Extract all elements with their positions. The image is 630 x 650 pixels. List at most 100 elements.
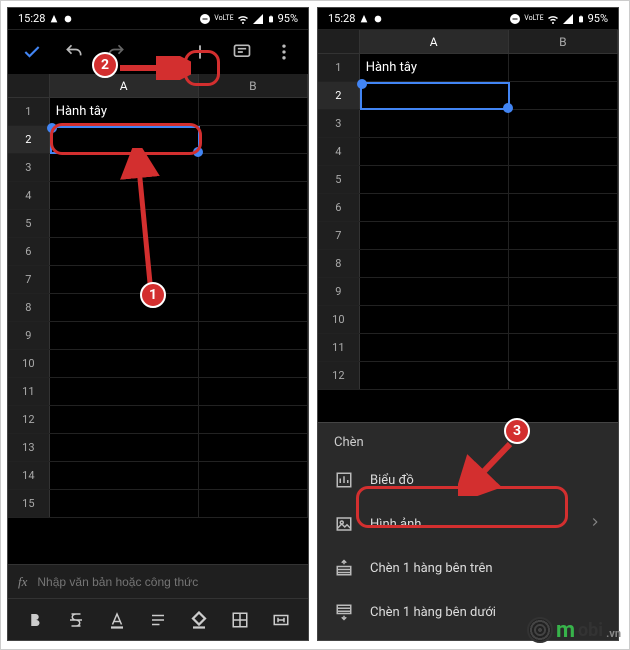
cell[interactable]	[509, 138, 618, 165]
cell[interactable]	[199, 294, 308, 321]
cell[interactable]	[509, 222, 618, 249]
row-number[interactable]: 7	[318, 222, 360, 249]
row-number[interactable]: 12	[8, 406, 50, 433]
cell[interactable]	[509, 166, 618, 193]
row-number[interactable]: 3	[318, 110, 360, 137]
cell[interactable]	[360, 278, 509, 305]
column-header-a[interactable]: A	[360, 30, 509, 53]
table-row[interactable]: 3	[8, 154, 308, 182]
cell[interactable]	[50, 154, 199, 181]
cell[interactable]	[199, 98, 308, 125]
table-row[interactable]: 12	[318, 362, 618, 390]
cell[interactable]	[360, 166, 509, 193]
row-number[interactable]: 14	[8, 462, 50, 489]
insert-chart-item[interactable]: Biểu đồ	[318, 458, 618, 502]
cell[interactable]	[199, 406, 308, 433]
row-number[interactable]: 6	[8, 238, 50, 265]
merge-button[interactable]	[265, 604, 297, 636]
cell[interactable]	[360, 334, 509, 361]
table-row[interactable]: 6	[318, 194, 618, 222]
table-row[interactable]: 2	[8, 126, 308, 154]
table-row[interactable]: 2	[318, 82, 618, 110]
column-header-a[interactable]: A	[50, 74, 199, 97]
formula-bar[interactable]: fx	[8, 564, 308, 598]
cell[interactable]	[199, 462, 308, 489]
cell[interactable]	[509, 334, 618, 361]
cell[interactable]	[509, 110, 618, 137]
cell[interactable]	[199, 490, 308, 517]
cell[interactable]	[50, 126, 199, 153]
row-number[interactable]: 9	[318, 278, 360, 305]
row-number[interactable]: 6	[318, 194, 360, 221]
row-number[interactable]: 7	[8, 266, 50, 293]
table-row[interactable]: 9	[8, 322, 308, 350]
accept-button[interactable]	[16, 36, 48, 68]
more-button[interactable]	[268, 36, 300, 68]
cell[interactable]	[50, 322, 199, 349]
cell[interactable]	[360, 110, 509, 137]
cell[interactable]	[50, 378, 199, 405]
row-number[interactable]: 11	[318, 334, 360, 361]
row-number[interactable]: 11	[8, 378, 50, 405]
row-number[interactable]: 1	[318, 54, 360, 81]
cell[interactable]	[199, 266, 308, 293]
cell[interactable]	[50, 406, 199, 433]
cell[interactable]	[199, 154, 308, 181]
cell[interactable]	[509, 278, 618, 305]
cell[interactable]	[360, 222, 509, 249]
row-number[interactable]: 15	[8, 490, 50, 517]
cell[interactable]	[360, 362, 509, 389]
table-row[interactable]: 5	[318, 166, 618, 194]
table-row[interactable]: 10	[8, 350, 308, 378]
cell[interactable]	[50, 350, 199, 377]
cell[interactable]	[509, 82, 618, 109]
cell[interactable]	[199, 378, 308, 405]
cell[interactable]	[50, 294, 199, 321]
formula-input[interactable]	[37, 575, 298, 589]
cell[interactable]	[360, 250, 509, 277]
cell[interactable]	[509, 250, 618, 277]
cell[interactable]	[50, 434, 199, 461]
cell[interactable]	[360, 82, 509, 109]
cell[interactable]	[199, 322, 308, 349]
redo-button[interactable]	[100, 36, 132, 68]
cell[interactable]	[50, 238, 199, 265]
table-row[interactable]: 5	[8, 210, 308, 238]
spreadsheet-grid[interactable]: A B 1Hành tây23456789101112131415	[8, 74, 308, 518]
cell[interactable]	[199, 350, 308, 377]
comment-button[interactable]	[226, 36, 258, 68]
table-row[interactable]: 4	[8, 182, 308, 210]
row-number[interactable]: 4	[8, 182, 50, 209]
row-number[interactable]: 10	[318, 306, 360, 333]
cell[interactable]	[509, 194, 618, 221]
insert-image-item[interactable]: Hình ảnh	[318, 502, 618, 546]
cell[interactable]	[509, 54, 618, 81]
insert-button[interactable]	[184, 36, 216, 68]
row-number[interactable]: 2	[8, 126, 50, 153]
row-number[interactable]: 9	[8, 322, 50, 349]
row-number[interactable]: 5	[318, 166, 360, 193]
table-row[interactable]: 13	[8, 434, 308, 462]
table-row[interactable]: 11	[8, 378, 308, 406]
cell[interactable]	[199, 210, 308, 237]
table-row[interactable]: 1Hành tây	[8, 98, 308, 126]
row-number[interactable]: 2	[318, 82, 360, 109]
table-row[interactable]: 7	[8, 266, 308, 294]
cell[interactable]	[50, 462, 199, 489]
spreadsheet-grid[interactable]: A B 1Hành tây23456789101112	[318, 30, 618, 390]
table-row[interactable]: 6	[8, 238, 308, 266]
table-row[interactable]: 9	[318, 278, 618, 306]
insert-row-above-item[interactable]: Chèn 1 hàng bên trên	[318, 546, 618, 590]
row-number[interactable]: 3	[8, 154, 50, 181]
table-row[interactable]: 1Hành tây	[318, 54, 618, 82]
cell[interactable]	[50, 266, 199, 293]
cell[interactable]	[360, 138, 509, 165]
table-row[interactable]: 14	[8, 462, 308, 490]
table-row[interactable]: 10	[318, 306, 618, 334]
cell[interactable]: Hành tây	[360, 54, 509, 81]
table-row[interactable]: 7	[318, 222, 618, 250]
table-row[interactable]: 3	[318, 110, 618, 138]
fill-color-button[interactable]	[183, 604, 215, 636]
cell[interactable]	[199, 434, 308, 461]
cell[interactable]	[509, 306, 618, 333]
